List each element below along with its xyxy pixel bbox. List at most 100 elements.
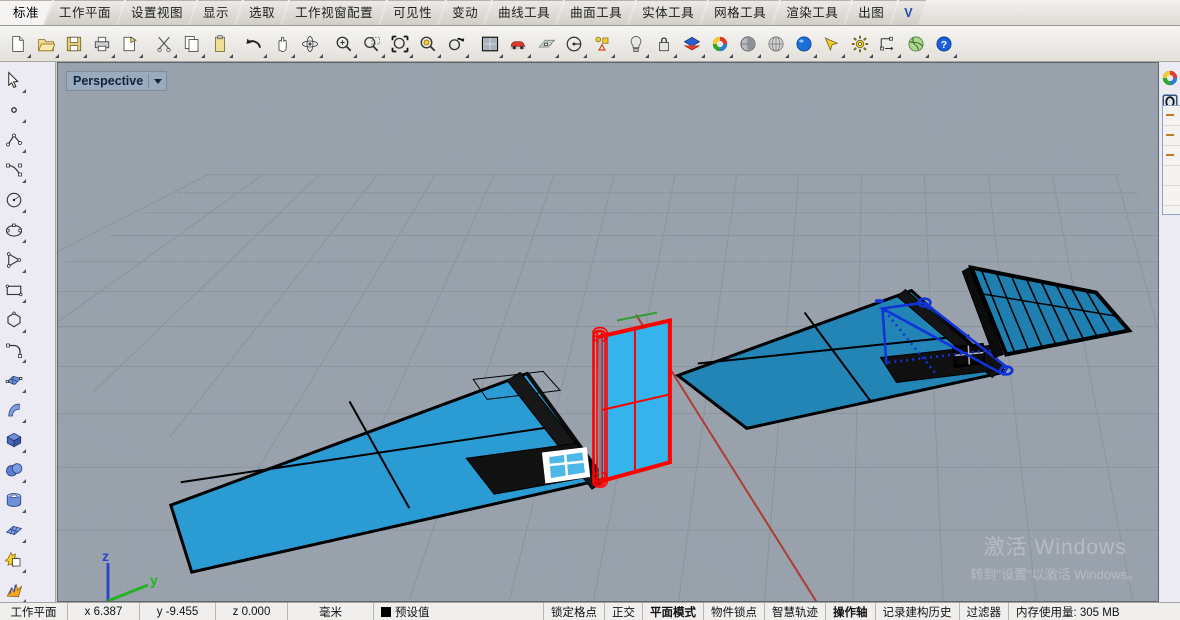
open-folder-icon[interactable] [32, 29, 60, 59]
explode-icon[interactable] [0, 575, 28, 605]
polyline-icon[interactable] [0, 125, 28, 155]
fillet-curve-icon[interactable] [0, 335, 28, 365]
perspective-viewport[interactable]: Perspective z y x 激活 Windows 转到"设置"以激活 W… [57, 62, 1159, 602]
shaded-view-icon[interactable] [734, 29, 762, 59]
status-toggle-record-history[interactable]: 记录建构历史 [876, 603, 960, 620]
ribbon-tab-12[interactable]: 渲染工具 [773, 0, 851, 25]
rhino-window: 标准工作平面设置视图显示选取工作视窗配置可见性变动曲线工具曲面工具实体工具网格工… [0, 0, 1180, 620]
watermark-line-2: 转到"设置"以激活 Windows。 [970, 564, 1140, 583]
mesh-plane-icon[interactable] [0, 515, 28, 545]
zoom-selected-icon[interactable] [414, 29, 442, 59]
ribbon-tab-8[interactable]: 曲线工具 [485, 0, 563, 25]
save-as-icon[interactable] [116, 29, 144, 59]
status-units[interactable]: 毫米 [288, 603, 374, 620]
globe-icon[interactable] [902, 29, 930, 59]
help-icon[interactable]: ? [930, 29, 958, 59]
ribbon-tab-7[interactable]: 变动 [439, 0, 491, 25]
print-icon[interactable] [88, 29, 116, 59]
cylinder-icon[interactable] [0, 485, 28, 515]
wall-panel-center[interactable] [593, 321, 670, 488]
viewport-layout-icon[interactable] [476, 29, 504, 59]
rectangle-icon[interactable] [0, 275, 28, 305]
point-icon[interactable] [0, 95, 28, 125]
rotate-view-icon[interactable] [296, 29, 324, 59]
boolean-star-icon[interactable] [0, 545, 28, 575]
layer-row[interactable] [1163, 166, 1180, 186]
ribbon-tab-13[interactable]: 出图 [845, 0, 897, 25]
copy-icon[interactable] [178, 29, 206, 59]
layers-icon[interactable] [678, 29, 706, 59]
new-file-icon[interactable] [4, 29, 32, 59]
ribbon-tab-11[interactable]: 网格工具 [701, 0, 779, 25]
lock-icon[interactable] [650, 29, 678, 59]
light-bulb-icon[interactable] [622, 29, 650, 59]
status-toggle-osnap[interactable]: 物件锁点 [704, 603, 765, 620]
layers-side-panel[interactable] [1162, 105, 1180, 215]
paste-icon[interactable] [206, 29, 234, 59]
circle-icon[interactable] [0, 185, 28, 215]
status-toggle-lock-grid[interactable]: 锁定格点 [544, 603, 605, 620]
ribbon-tab-bar: 标准工作平面设置视图显示选取工作视窗配置可见性变动曲线工具曲面工具实体工具网格工… [0, 0, 1180, 26]
arc-icon[interactable] [0, 245, 28, 275]
save-icon[interactable] [60, 29, 88, 59]
ribbon-tab-6[interactable]: 可见性 [380, 0, 445, 25]
object-properties-icon[interactable] [588, 29, 616, 59]
status-toggle-smarttrack[interactable]: 智慧轨迹 [765, 603, 826, 620]
viewport-title-label: Perspective [73, 74, 143, 88]
layer-row[interactable] [1163, 106, 1180, 126]
render-car-icon[interactable] [504, 29, 532, 59]
status-toggle-ortho[interactable]: 正交 [605, 603, 643, 620]
box-icon[interactable] [0, 425, 28, 455]
color-wheel-icon[interactable] [1160, 66, 1180, 90]
status-cplane-label[interactable]: 工作平面 [0, 603, 68, 620]
dimension-icon[interactable] [874, 29, 902, 59]
ribbon-tab-3[interactable]: 显示 [190, 0, 242, 25]
ribbon-tab-4[interactable]: 选取 [236, 0, 288, 25]
viewport-title[interactable]: Perspective [66, 71, 167, 91]
select-arrow-icon[interactable] [0, 65, 28, 95]
zoom-window-icon[interactable] [358, 29, 386, 59]
sweep-surface-icon[interactable] [0, 395, 28, 425]
3d-scene[interactable] [58, 63, 1158, 602]
status-memory-usage: 内存使用量: 305 MB [1009, 603, 1180, 620]
layer-row[interactable] [1163, 146, 1180, 166]
polygon-icon[interactable] [0, 305, 28, 335]
layer-row[interactable] [1163, 126, 1180, 146]
named-view-icon[interactable] [560, 29, 588, 59]
undo-arrow-icon[interactable] [240, 29, 268, 59]
status-toggle-planar[interactable]: 平面模式 [643, 603, 704, 620]
ribbon-tab-9[interactable]: 曲面工具 [557, 0, 635, 25]
ellipse-icon[interactable] [0, 215, 28, 245]
grid-plane-icon[interactable] [532, 29, 560, 59]
surface-from-curves-icon[interactable] [0, 365, 28, 395]
zoom-extents-icon[interactable] [386, 29, 414, 59]
undo-view-icon[interactable] [442, 29, 470, 59]
axis-gizmo: z y x [86, 543, 166, 602]
pan-hand-icon[interactable] [268, 29, 296, 59]
ribbon-tab-0[interactable]: 标准 [0, 0, 52, 25]
ghosted-view-icon[interactable] [762, 29, 790, 59]
ribbon-tab-14[interactable]: V [891, 0, 926, 25]
status-toggle-filter[interactable]: 过滤器 [960, 603, 1010, 620]
ribbon-tab-10[interactable]: 实体工具 [629, 0, 707, 25]
curve-icon[interactable] [0, 155, 28, 185]
color-wheel-icon[interactable] [706, 29, 734, 59]
status-toggle-gumball[interactable]: 操作轴 [826, 603, 876, 620]
arrow-select-icon[interactable] [818, 29, 846, 59]
status-layer-label: 预设值 [395, 604, 430, 620]
layer-row[interactable] [1163, 186, 1180, 206]
sphere-icon[interactable] [0, 455, 28, 485]
cut-scissors-icon[interactable] [150, 29, 178, 59]
status-current-layer[interactable]: 预设值 [374, 603, 544, 620]
left-tool-palette: T [0, 62, 56, 602]
ribbon-tab-2[interactable]: 设置视图 [118, 0, 196, 25]
options-gears-icon[interactable] [846, 29, 874, 59]
viewport-dropdown-arrow-icon[interactable] [148, 74, 162, 88]
rendered-view-icon[interactable] [790, 29, 818, 59]
ribbon-tab-5[interactable]: 工作视窗配置 [282, 0, 386, 25]
layer-color-swatch [381, 607, 391, 617]
ribbon-tab-1[interactable]: 工作平面 [46, 0, 124, 25]
zoom-in-out-icon[interactable] [330, 29, 358, 59]
window-module-left[interactable] [544, 449, 588, 481]
status-y-coordinate: y -9.455 [140, 603, 216, 620]
